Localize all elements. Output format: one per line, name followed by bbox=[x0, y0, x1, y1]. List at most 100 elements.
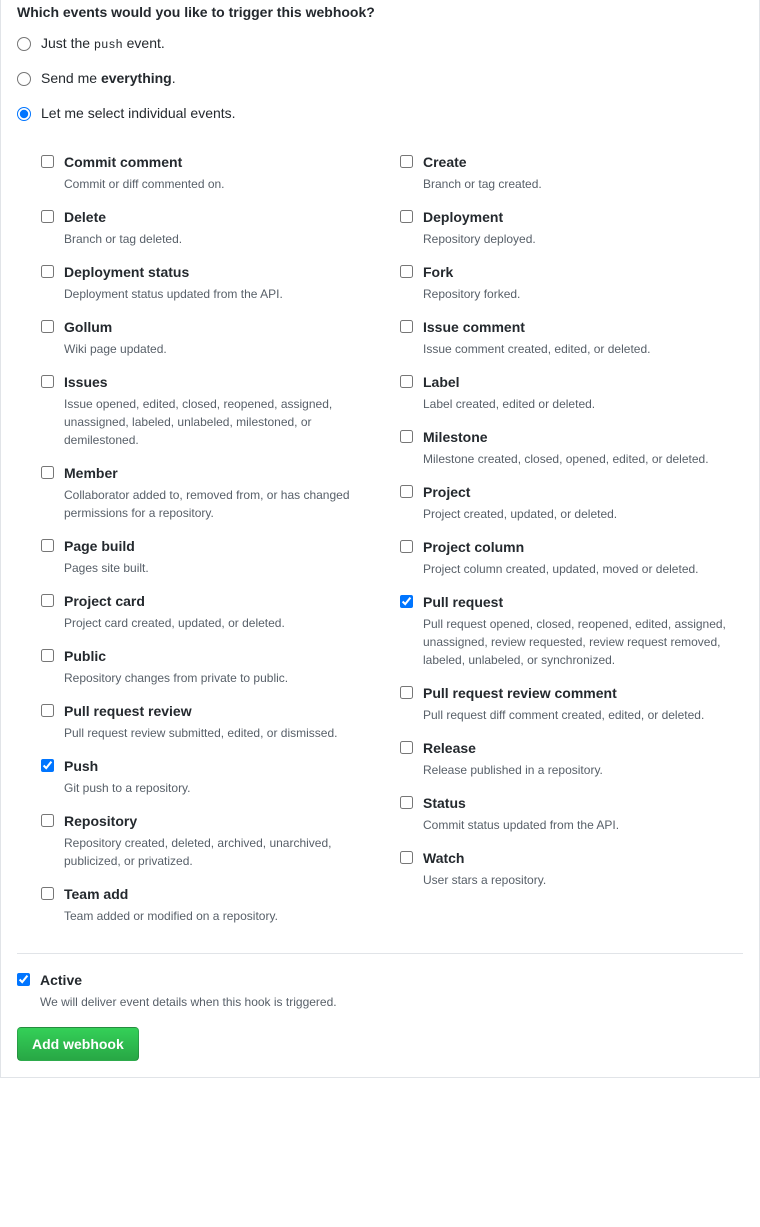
event-title: Create bbox=[423, 152, 542, 173]
event-desc: Git push to a repository. bbox=[64, 779, 191, 797]
event-deployment-status-checkbox[interactable] bbox=[41, 265, 54, 278]
event-desc: Branch or tag created. bbox=[423, 175, 542, 193]
radio-everything-label: Send me everything. bbox=[41, 68, 176, 89]
event-title: Milestone bbox=[423, 427, 709, 448]
event-label[interactable]: LabelLabel created, edited or deleted. bbox=[400, 358, 743, 413]
event-desc: Issue opened, edited, closed, reopened, … bbox=[64, 395, 374, 449]
event-desc: Repository changes from private to publi… bbox=[64, 669, 288, 687]
event-page-build-checkbox[interactable] bbox=[41, 539, 54, 552]
event-desc: Wiki page updated. bbox=[64, 340, 167, 358]
event-public-checkbox[interactable] bbox=[41, 649, 54, 662]
event-title: Page build bbox=[64, 536, 149, 557]
event-milestone[interactable]: Milestone Milestone created, closed, open… bbox=[400, 413, 743, 468]
radio-just-push-input[interactable] bbox=[17, 37, 31, 51]
event-title: Issue comment bbox=[423, 317, 650, 338]
event-title: Release bbox=[423, 738, 603, 759]
event-team-add-checkbox[interactable] bbox=[41, 887, 54, 900]
event-issue-comment[interactable]: Issue commentIssue comment created, edit… bbox=[400, 303, 743, 358]
event-watch[interactable]: WatchUser stars a repository. bbox=[400, 834, 743, 889]
active-checkbox[interactable] bbox=[17, 973, 30, 986]
event-title: Deployment bbox=[423, 207, 536, 228]
event-pull-request-review-comment-checkbox[interactable] bbox=[400, 686, 413, 699]
event-team-add[interactable]: Team addTeam added or modified on a repo… bbox=[41, 870, 384, 925]
event-pull-request-checkbox[interactable] bbox=[400, 595, 413, 608]
radio-everything[interactable]: Send me everything. bbox=[17, 68, 743, 89]
event-issues[interactable]: IssuesIssue opened, edited, closed, reop… bbox=[41, 358, 384, 449]
events-col-left: Commit commentCommit or diff commented o… bbox=[41, 138, 384, 925]
event-desc: Commit or diff commented on. bbox=[64, 175, 225, 193]
event-title: Gollum bbox=[64, 317, 167, 338]
event-issue-comment-checkbox[interactable] bbox=[400, 320, 413, 333]
event-desc: Repository forked. bbox=[423, 285, 520, 303]
event-title: Push bbox=[64, 756, 191, 777]
event-pull-request-review-comment[interactable]: Pull request review comment Pull request … bbox=[400, 669, 743, 724]
event-push-checkbox[interactable] bbox=[41, 759, 54, 772]
event-project-checkbox[interactable] bbox=[400, 485, 413, 498]
event-repository-checkbox[interactable] bbox=[41, 814, 54, 827]
event-release-checkbox[interactable] bbox=[400, 741, 413, 754]
event-project[interactable]: ProjectProject created, updated, or dele… bbox=[400, 468, 743, 523]
event-desc: Deployment status updated from the API. bbox=[64, 285, 283, 303]
event-title: Issues bbox=[64, 372, 374, 393]
radio-individual[interactable]: Let me select individual events. bbox=[17, 103, 743, 124]
event-delete-checkbox[interactable] bbox=[41, 210, 54, 223]
event-title: Pull request bbox=[423, 592, 733, 613]
event-title: Status bbox=[423, 793, 619, 814]
radio-just-push[interactable]: Just the push event. bbox=[17, 33, 743, 54]
event-gollum[interactable]: Gollum Wiki page updated. bbox=[41, 303, 384, 358]
event-member-checkbox[interactable] bbox=[41, 466, 54, 479]
event-commit-comment-checkbox[interactable] bbox=[41, 155, 54, 168]
divider bbox=[17, 953, 743, 954]
event-deployment-checkbox[interactable] bbox=[400, 210, 413, 223]
event-desc: User stars a repository. bbox=[423, 871, 546, 889]
event-member[interactable]: MemberCollaborator added to, removed fro… bbox=[41, 449, 384, 522]
event-issues-checkbox[interactable] bbox=[41, 375, 54, 388]
event-title: Project card bbox=[64, 591, 285, 612]
trigger-mode-group: Just the push event. Send me everything.… bbox=[17, 33, 743, 124]
event-desc: Pages site built. bbox=[64, 559, 149, 577]
event-public[interactable]: PublicRepository changes from private to… bbox=[41, 632, 384, 687]
event-commit-comment[interactable]: Commit commentCommit or diff commented o… bbox=[41, 138, 384, 193]
section-heading: Which events would you like to trigger t… bbox=[17, 0, 743, 23]
event-delete[interactable]: DeleteBranch or tag deleted. bbox=[41, 193, 384, 248]
event-desc: Branch or tag deleted. bbox=[64, 230, 182, 248]
event-pull-request-review-checkbox[interactable] bbox=[41, 704, 54, 717]
event-create[interactable]: Create Branch or tag created. bbox=[400, 138, 743, 193]
event-deployment[interactable]: Deployment Repository deployed. bbox=[400, 193, 743, 248]
event-desc: Label created, edited or deleted. bbox=[423, 395, 595, 413]
radio-individual-input[interactable] bbox=[17, 107, 31, 121]
event-milestone-checkbox[interactable] bbox=[400, 430, 413, 443]
active-checkbox-row[interactable]: Active We will deliver event details whe… bbox=[17, 970, 743, 1011]
radio-just-push-label: Just the push event. bbox=[41, 33, 165, 54]
active-desc: We will deliver event details when this … bbox=[40, 993, 337, 1011]
event-desc: Release published in a repository. bbox=[423, 761, 603, 779]
event-gollum-checkbox[interactable] bbox=[41, 320, 54, 333]
event-project-column-checkbox[interactable] bbox=[400, 540, 413, 553]
event-title: Repository bbox=[64, 811, 374, 832]
event-pull-request[interactable]: Pull requestPull request opened, closed,… bbox=[400, 578, 743, 669]
event-page-build[interactable]: Page build Pages site built. bbox=[41, 522, 384, 577]
event-watch-checkbox[interactable] bbox=[400, 851, 413, 864]
event-status-checkbox[interactable] bbox=[400, 796, 413, 809]
event-desc: Milestone created, closed, opened, edite… bbox=[423, 450, 709, 468]
event-title: Pull request review comment bbox=[423, 683, 704, 704]
event-pull-request-review[interactable]: Pull request reviewPull request review s… bbox=[41, 687, 384, 742]
add-webhook-button[interactable]: Add webhook bbox=[17, 1027, 139, 1061]
event-project-card-checkbox[interactable] bbox=[41, 594, 54, 607]
radio-everything-input[interactable] bbox=[17, 72, 31, 86]
event-create-checkbox[interactable] bbox=[400, 155, 413, 168]
event-status[interactable]: StatusCommit status updated from the API… bbox=[400, 779, 743, 834]
event-label-checkbox[interactable] bbox=[400, 375, 413, 388]
event-desc: Repository deployed. bbox=[423, 230, 536, 248]
event-fork-checkbox[interactable] bbox=[400, 265, 413, 278]
event-project-column[interactable]: Project columnProject column created, up… bbox=[400, 523, 743, 578]
event-push[interactable]: Push Git push to a repository. bbox=[41, 742, 384, 797]
event-deployment-status[interactable]: Deployment statusDeployment status updat… bbox=[41, 248, 384, 303]
event-desc: Pull request diff comment created, edite… bbox=[423, 706, 704, 724]
event-desc: Project card created, updated, or delete… bbox=[64, 614, 285, 632]
event-desc: Pull request opened, closed, reopened, e… bbox=[423, 615, 733, 669]
event-fork[interactable]: ForkRepository forked. bbox=[400, 248, 743, 303]
event-repository[interactable]: RepositoryRepository created, deleted, a… bbox=[41, 797, 384, 870]
event-project-card[interactable]: Project card Project card created, update… bbox=[41, 577, 384, 632]
event-release[interactable]: Release Release published in a repository… bbox=[400, 724, 743, 779]
